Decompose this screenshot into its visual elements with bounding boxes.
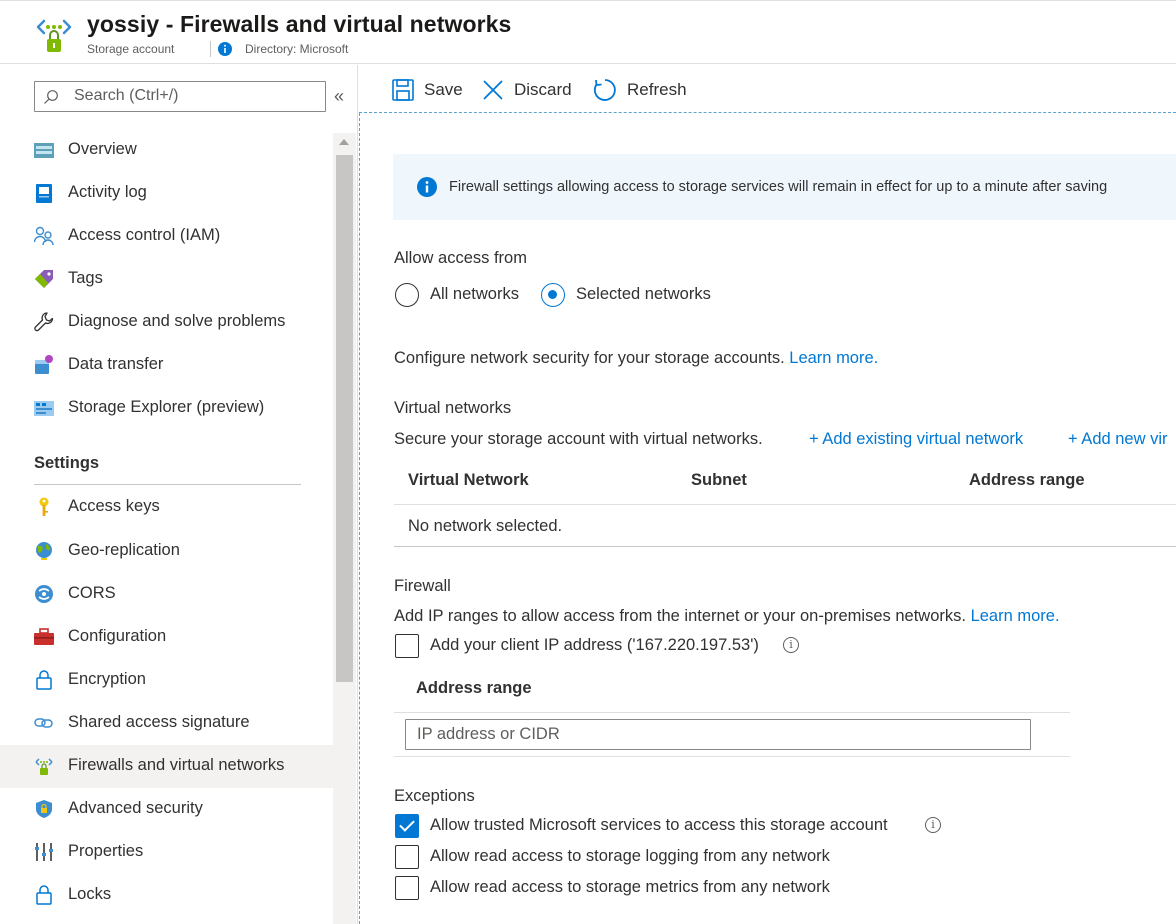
- globe-icon: [36, 542, 52, 560]
- header-divider: [210, 41, 211, 57]
- info-circle-icon[interactable]: i: [925, 817, 941, 833]
- save-icon: [392, 79, 414, 101]
- link-icon: [34, 718, 53, 728]
- close-icon: [483, 80, 503, 100]
- client-ip-checkbox[interactable]: [395, 634, 419, 658]
- address-range-header: Address range: [416, 679, 532, 697]
- firewall-icon: [35, 758, 53, 775]
- info-icon: [218, 42, 232, 56]
- vnet-empty-message: No network selected.: [408, 517, 563, 535]
- vnet-description: Secure your storage account with virtual…: [394, 430, 763, 448]
- sidebar-item-diagnose[interactable]: Diagnose and solve problems: [0, 301, 333, 344]
- data-transfer-icon: [35, 355, 53, 374]
- firewall-section-title: Firewall: [394, 577, 451, 595]
- discard-button[interactable]: Discard: [482, 77, 572, 103]
- vnet-table-divider: [394, 504, 1176, 505]
- page-header: yossiy - Firewalls and virtual networks …: [0, 0, 1176, 64]
- address-range-bottom: [394, 756, 1070, 757]
- toolbox-icon: [34, 628, 54, 645]
- scroll-up-arrow-icon[interactable]: [339, 139, 349, 145]
- search-input[interactable]: Search (Ctrl+/): [34, 81, 326, 112]
- add-new-vnet-link[interactable]: + Add new vir: [1068, 430, 1168, 449]
- firewall-learn-more-link[interactable]: Learn more.: [971, 607, 1060, 625]
- activity-log-icon: [36, 184, 52, 203]
- sidebar-item-firewalls[interactable]: Firewalls and virtual networks: [0, 745, 333, 788]
- sidebar-item-shared-access-signature[interactable]: Shared access signature: [0, 702, 333, 745]
- add-existing-vnet-link[interactable]: + Add existing virtual network: [809, 430, 1023, 449]
- address-range-divider: [394, 712, 1070, 713]
- properties-icon: [35, 843, 53, 861]
- learn-more-link[interactable]: Learn more.: [789, 349, 878, 367]
- sidebar-item-geo-replication[interactable]: Geo-replication: [0, 530, 333, 573]
- tag-icon: [35, 270, 53, 288]
- sidebar-item-data-transfer[interactable]: Data transfer: [0, 344, 333, 387]
- sidebar-item-advanced-security[interactable]: Advanced security: [0, 788, 333, 831]
- main-content: Firewall settings allowing access to sto…: [359, 113, 1176, 924]
- directory-label: Directory: Microsoft: [245, 42, 349, 56]
- col-virtual-network: Virtual Network: [408, 471, 529, 489]
- exception-metrics-checkbox[interactable]: [395, 876, 419, 900]
- info-icon: [417, 177, 437, 197]
- radio-selected-networks[interactable]: [541, 283, 565, 307]
- cors-icon: [35, 585, 53, 603]
- allow-access-label: Allow access from: [394, 249, 527, 267]
- storage-explorer-icon: [34, 401, 54, 416]
- ip-address-placeholder: IP address or CIDR: [417, 725, 560, 743]
- firewall-description: Add IP ranges to allow access from the i…: [394, 607, 1060, 625]
- search-placeholder: Search (Ctrl+/): [74, 87, 179, 104]
- col-address-range: Address range: [969, 471, 1085, 489]
- sidebar-item-overview[interactable]: Overview: [0, 129, 333, 172]
- shield-icon: [36, 800, 52, 818]
- settings-section-title: Settings: [34, 454, 100, 472]
- sidebar: Search (Ctrl+/) « Overview Activity log …: [0, 65, 358, 924]
- sidebar-item-cors[interactable]: CORS: [0, 573, 333, 616]
- refresh-icon: [593, 79, 616, 101]
- radio-all-networks-label[interactable]: All networks: [430, 285, 519, 304]
- overview-icon: [34, 143, 54, 158]
- refresh-button[interactable]: Refresh: [593, 77, 687, 103]
- info-banner: Firewall settings allowing access to sto…: [393, 154, 1176, 220]
- sidebar-item-locks[interactable]: Locks: [0, 874, 333, 917]
- resource-type: Storage account: [87, 42, 175, 56]
- page-title: yossiy - Firewalls and virtual networks: [87, 11, 512, 37]
- collapse-sidebar-icon[interactable]: «: [334, 87, 344, 105]
- key-icon: [39, 497, 49, 516]
- exception-metrics-label[interactable]: Allow read access to storage metrics fro…: [430, 878, 830, 897]
- lock-icon: [36, 670, 52, 690]
- sidebar-item-tags[interactable]: Tags: [0, 258, 333, 301]
- exception-trusted-services-checkbox[interactable]: [395, 814, 419, 838]
- configure-text: Configure network security for your stor…: [394, 349, 879, 367]
- scroll-thumb[interactable]: [336, 155, 353, 682]
- settings-divider: [34, 484, 301, 485]
- sidebar-item-activity-log[interactable]: Activity log: [0, 172, 333, 215]
- sidebar-scrollbar[interactable]: [333, 133, 356, 924]
- sidebar-item-properties[interactable]: Properties: [0, 831, 333, 874]
- firewall-logo-icon: [36, 19, 72, 52]
- command-bar: Save Discard Refresh: [359, 65, 1176, 113]
- sidebar-item-storage-explorer[interactable]: Storage Explorer (preview): [0, 387, 333, 430]
- sidebar-item-access-control[interactable]: Access control (IAM): [0, 215, 333, 258]
- ip-address-input[interactable]: IP address or CIDR: [405, 719, 1031, 750]
- radio-all-networks[interactable]: [395, 283, 419, 307]
- client-ip-label[interactable]: Add your client IP address ('167.220.197…: [430, 636, 759, 655]
- radio-selected-networks-label[interactable]: Selected networks: [576, 285, 711, 304]
- lock-icon: [36, 885, 52, 905]
- col-subnet: Subnet: [691, 471, 747, 489]
- search-icon: [44, 90, 58, 104]
- info-circle-icon[interactable]: i: [783, 637, 799, 653]
- sidebar-item-configuration[interactable]: Configuration: [0, 616, 333, 659]
- exception-trusted-services-label[interactable]: Allow trusted Microsoft services to acce…: [430, 816, 888, 835]
- sidebar-item-access-keys[interactable]: Access keys: [0, 486, 333, 529]
- iam-icon: [34, 226, 54, 246]
- exception-logging-checkbox[interactable]: [395, 845, 419, 869]
- vnet-section-title: Virtual networks: [394, 399, 512, 417]
- vnet-table-bottom: [394, 546, 1176, 547]
- exceptions-section-title: Exceptions: [394, 787, 475, 805]
- save-button[interactable]: Save: [392, 77, 463, 103]
- exception-logging-label[interactable]: Allow read access to storage logging fro…: [430, 847, 830, 866]
- info-banner-text: Firewall settings allowing access to sto…: [449, 179, 1108, 195]
- wrench-icon: [34, 312, 54, 332]
- sidebar-item-encryption[interactable]: Encryption: [0, 659, 333, 702]
